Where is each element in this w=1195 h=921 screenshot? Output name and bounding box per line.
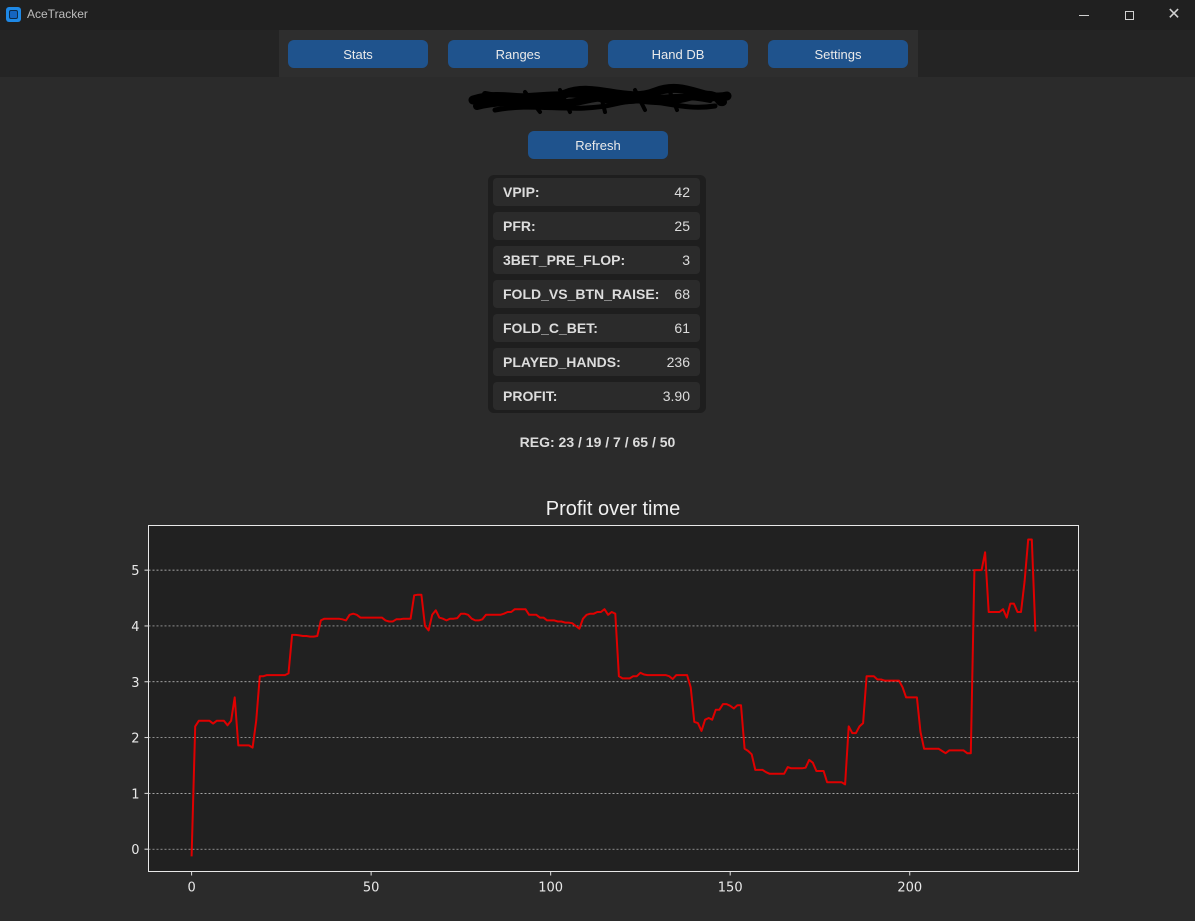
- y-tick-label: 5: [131, 564, 139, 579]
- y-tick-label: 2: [131, 732, 139, 747]
- y-tick-label: 1: [131, 787, 139, 802]
- x-tick-label: 150: [718, 881, 743, 896]
- profit-chart: 0123450 50 100 150 200: [131, 525, 1079, 896]
- plot-area: [148, 525, 1079, 872]
- y-tick-label: 3: [131, 676, 139, 691]
- x-tick-label: 50: [363, 881, 380, 896]
- y-tick-label: 4: [131, 620, 139, 635]
- x-tick-label: 100: [538, 881, 563, 896]
- x-tick-label: 200: [897, 881, 922, 896]
- x-tick-label: 0: [187, 881, 195, 896]
- y-tick-label: 0: [131, 843, 139, 858]
